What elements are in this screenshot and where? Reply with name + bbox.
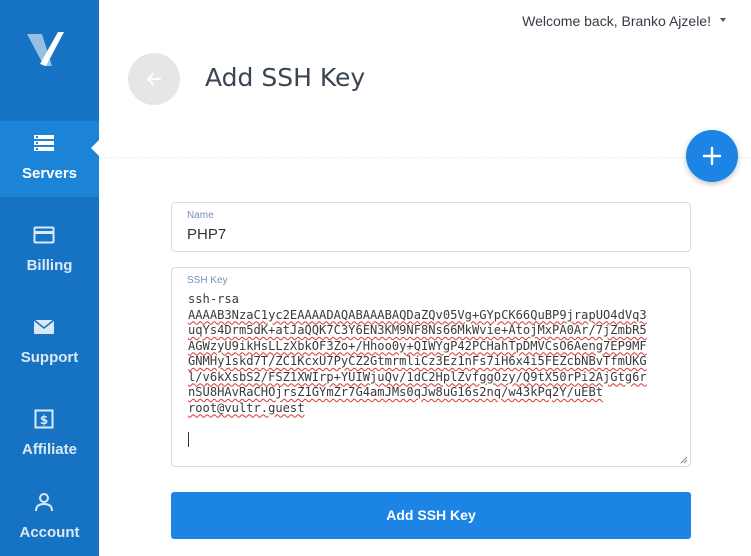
add-button[interactable] [686, 130, 738, 182]
svg-text:$: $ [40, 413, 48, 427]
sidebar-item-label: Affiliate [21, 441, 77, 458]
add-ssh-key-button[interactable]: Add SSH Key [171, 492, 691, 539]
key-line: nSU8HAvRaCHOjrsZ1GYmZr7G4amJMs0qJw8uG16s… [188, 385, 604, 399]
ssh-key-textarea[interactable]: ssh-rsa AAAAB3NzaC1yc2EAAAADAQABAAABAQDaZ… [188, 292, 676, 457]
sidebar-item-support[interactable]: Support [0, 305, 99, 381]
key-line: ssh-rsa [188, 292, 239, 306]
sidebar-item-affiliate[interactable]: $ Affiliate [0, 397, 99, 473]
user-icon [35, 493, 53, 512]
key-line: AGWzyU9ikHsLLzXbkOF3Zo+/Hhoo0y+QIWYgP42P… [188, 338, 647, 353]
active-indicator [91, 139, 100, 157]
back-button[interactable] [128, 53, 180, 105]
credit-card-icon [33, 226, 55, 244]
name-label: Name [187, 210, 214, 221]
dollar-icon: $ [34, 409, 54, 429]
key-line: uqYs4Drm5dK+atJaQQK7C3Y6EN3KM9NF8Ns66MkW… [188, 323, 647, 337]
key-line: root@vultr.guest [188, 400, 305, 415]
page-title: Add SSH Key [205, 63, 366, 92]
name-input[interactable]: PHP7 [187, 226, 226, 243]
plus-icon [702, 146, 722, 166]
key-line: l/v6kXsbS2/FSZ1XWIrp+YUIWjuQv/1dC2HplZvf… [188, 369, 647, 384]
welcome-text[interactable]: Welcome back, Branko Ajzele! [522, 13, 711, 29]
sidebar-item-billing[interactable]: Billing [0, 213, 99, 289]
sidebar-item-account[interactable]: Account [0, 480, 99, 556]
server-icon [34, 135, 54, 151]
chevron-down-icon[interactable] [720, 18, 726, 22]
sidebar-item-servers[interactable]: Servers [0, 121, 99, 197]
sidebar-item-label: Support [20, 349, 79, 366]
sidebar: Servers Billing Support $ Affiliate Acco… [0, 0, 99, 556]
sidebar-item-label: Account [19, 524, 80, 541]
resize-grip-icon[interactable] [680, 456, 688, 464]
sidebar-item-label: Servers [21, 165, 78, 182]
vultr-logo[interactable] [24, 28, 68, 72]
arrow-left-icon [147, 73, 161, 85]
envelope-icon [33, 319, 55, 334]
key-line: AAAAB3NzaC1yc2EAAAADAQABAAABAQDaZQv05Vg+… [188, 307, 647, 322]
text-cursor [188, 432, 189, 447]
ssh-key-label: SSH Key [187, 275, 228, 286]
sidebar-item-label: Billing [26, 257, 73, 274]
key-line: GNMHy1skd7T/ZC1KcxU7PyCZ2GtmrmliCz3Ez1nF… [188, 354, 647, 368]
header-divider [99, 157, 751, 158]
name-field[interactable]: Name PHP7 [171, 202, 691, 252]
ssh-key-field[interactable]: SSH Key ssh-rsa AAAAB3NzaC1yc2EAAAADAQABA… [171, 267, 691, 467]
